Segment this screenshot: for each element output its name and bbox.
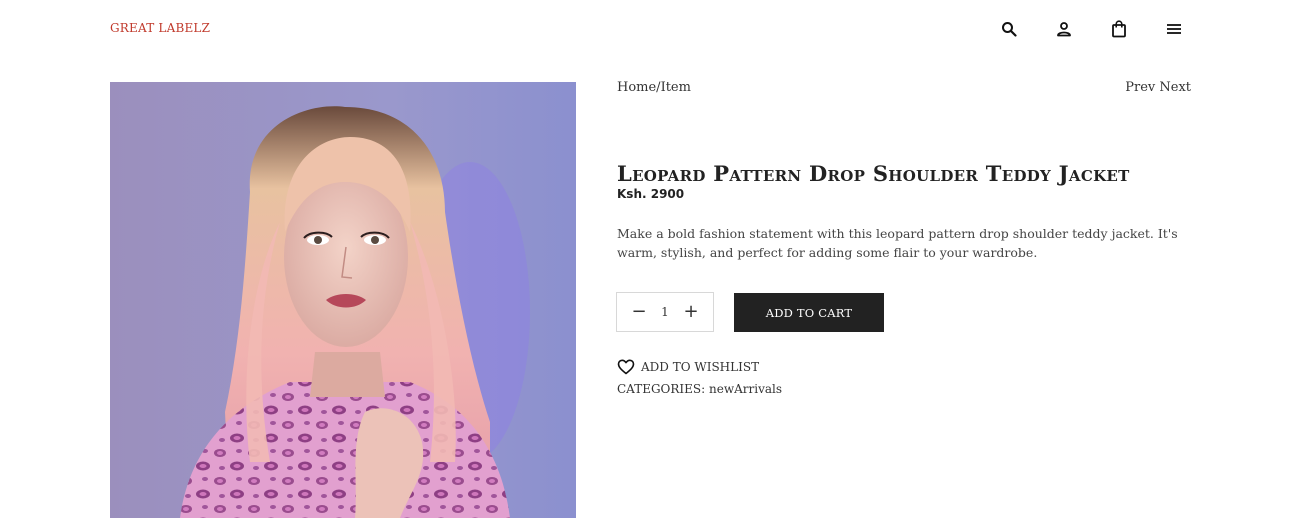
quantity-value[interactable]: 1 [655, 305, 675, 319]
categories: CATEGORIES: newArrivals [617, 382, 782, 396]
prev-link[interactable]: Prev [1125, 80, 1155, 95]
increment-button[interactable]: + [683, 303, 699, 321]
decrement-button[interactable]: − [631, 303, 647, 321]
shopping-bag-icon[interactable] [1109, 19, 1129, 39]
product-price: Ksh. 2900 [617, 187, 685, 201]
quantity-stepper: − 1 + [616, 292, 714, 332]
site-header: GREAT LABELZ [0, 0, 1290, 60]
search-icon[interactable] [999, 19, 1019, 39]
product-title: Leopard Pattern Drop Shoulder Teddy Jack… [617, 161, 1130, 186]
menu-icon[interactable] [1164, 19, 1184, 39]
add-to-wishlist-link[interactable]: ADD TO WISHLIST [617, 358, 759, 376]
add-to-cart-button[interactable]: ADD TO CART [734, 293, 884, 332]
breadcrumb[interactable]: Home/Item [617, 80, 691, 95]
category-link[interactable]: newArrivals [709, 382, 782, 396]
categories-label: CATEGORIES: [617, 382, 706, 396]
brand-logo-link[interactable]: GREAT LABELZ [110, 21, 210, 35]
next-link[interactable]: Next [1159, 80, 1191, 95]
wishlist-label: ADD TO WISHLIST [641, 360, 760, 374]
heart-icon [617, 358, 635, 376]
product-image [110, 82, 576, 518]
user-icon[interactable] [1054, 19, 1074, 39]
prev-next-nav: Prev Next [1125, 80, 1191, 95]
product-description: Make a bold fashion statement with this … [617, 226, 1178, 260]
